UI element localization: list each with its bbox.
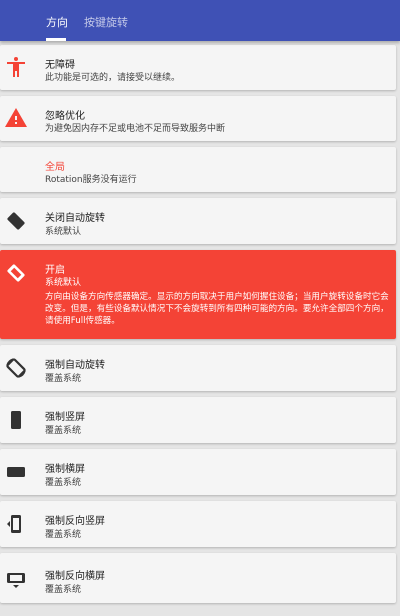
rotation-option-landscape[interactable]: 强制横屏 覆盖系统 [0,449,396,495]
app-bar: 方向 按键旋转 [0,0,400,41]
item-subtitle: 覆盖系统 [45,585,82,595]
item-title: 全局 [45,162,65,173]
rotate-lock-icon [7,212,25,230]
item-subtitle: 系统默认 [45,227,82,237]
item-title: 强制反向竖屏 [45,516,105,527]
item-title: 关闭自动旋转 [45,213,105,224]
warning-icon [5,108,27,127]
item-title: 强制横屏 [45,464,85,475]
tab-orientation[interactable]: 方向 [46,14,68,30]
item-subtitle: 覆盖系统 [45,426,82,436]
sensor-rotation-icon [7,264,25,282]
rotation-option-reverse-landscape[interactable]: 强制反向横屏 覆盖系统 [0,553,396,603]
rotation-option-on[interactable]: 开启 系统默认 方向由设备方向传感器确定。显示的方向取决于用户如何握住设备；当用… [0,250,396,339]
item-subtitle: 此功能是可选的，请接受以继续。 [45,73,181,83]
global-service-card[interactable]: 全局 Rotation服务没有运行 [0,147,396,192]
item-subtitle: Rotation服务没有运行 [45,175,137,185]
item-title: 强制自动旋转 [45,360,105,371]
reverse-landscape-icon [7,573,25,588]
accessibility-icon [7,57,25,77]
ignore-optimization-card[interactable]: 忽略优化 为避免因内存不足或电池不足而导致服务中断 [0,96,396,141]
item-subtitle: 覆盖系统 [45,478,82,488]
item-description: 方向由设备方向传感器确定。显示的方向取决于用户如何握住设备；当用户旋转设备时它会… [45,292,389,326]
item-title: 无障碍 [45,60,75,71]
item-title: 开启 [45,265,65,276]
item-title: 忽略优化 [45,111,85,122]
item-subtitle: 为避免因内存不足或电池不足而导致服务中断 [45,124,226,134]
item-title: 强制反向横屏 [45,571,105,582]
rotation-option-reverse-portrait[interactable]: 强制反向竖屏 覆盖系统 [0,501,396,547]
landscape-icon [7,467,25,477]
item-subtitle: 覆盖系统 [45,530,82,540]
auto-rotate-icon [6,358,26,378]
reverse-portrait-icon [7,515,21,533]
tab-key-rotation[interactable]: 按键旋转 [84,14,128,30]
portrait-icon [11,411,21,429]
accessibility-card[interactable]: 无障碍 此功能是可选的，请接受以继续。 [0,45,396,90]
rotation-option-portrait[interactable]: 强制竖屏 覆盖系统 [0,397,396,443]
item-subtitle: 系统默认 [45,278,82,288]
rotation-option-off[interactable]: 关闭自动旋转 系统默认 [0,198,396,244]
item-subtitle: 覆盖系统 [45,374,82,384]
tab-indicator [46,38,66,41]
item-title: 强制竖屏 [45,412,85,423]
rotation-option-force-auto[interactable]: 强制自动旋转 覆盖系统 [0,345,396,391]
